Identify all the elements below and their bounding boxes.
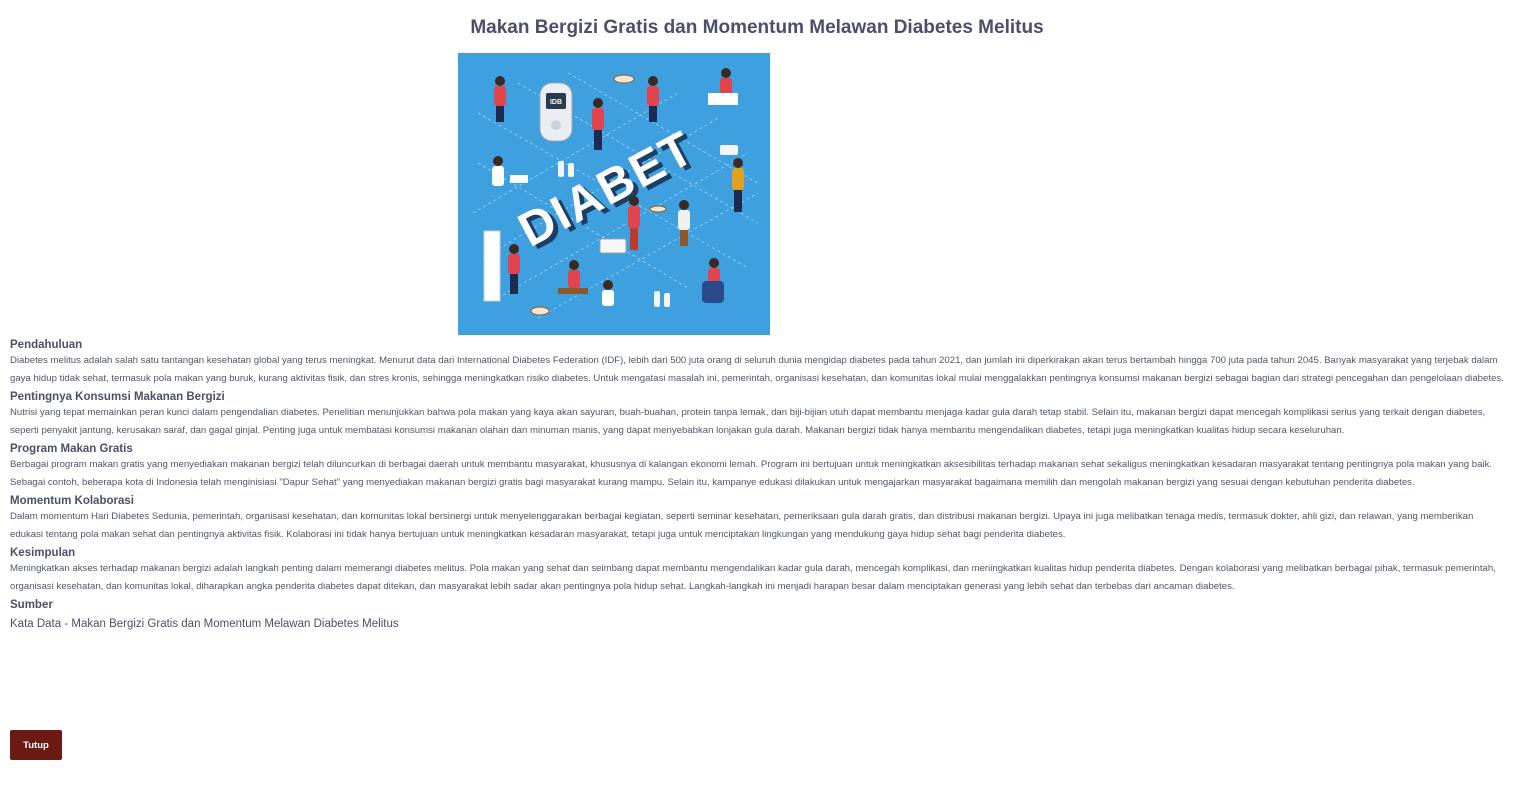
- article-body: Pendahuluan Diabetes melitus adalah sala…: [10, 338, 1504, 632]
- section-text-pendahuluan: Diabetes melitus adalah salah satu tanta…: [10, 355, 1504, 384]
- section-heading-kesimpulan: Kesimpulan: [10, 547, 76, 559]
- diabetes-illustration-svg: IDB DIABET DIABET: [458, 53, 770, 335]
- section-text-kesimpulan: Meningkatkan akses terhadap makanan berg…: [10, 563, 1496, 592]
- section-text-konsumsi: Nutrisi yang tepat memainkan peran kunci…: [10, 407, 1486, 436]
- glucometer-label: IDB: [550, 99, 562, 106]
- section-text-kolaborasi: Dalam momentum Hari Diabetes Sedunia, pe…: [10, 511, 1474, 540]
- glucometer-icon: IDB: [539, 82, 573, 142]
- section-text-program: Berbagai program makan gratis yang menye…: [10, 459, 1493, 488]
- section-heading-program: Program Makan Gratis: [10, 443, 133, 455]
- source-text: Kata Data - Makan Bergizi Gratis dan Mom…: [10, 618, 399, 630]
- section-heading-konsumsi: Pentingnya Konsumsi Makanan Bergizi: [10, 391, 225, 403]
- section-heading-kolaborasi: Momentum Kolaborasi: [10, 495, 134, 507]
- source-heading: Sumber: [10, 599, 53, 611]
- article-page: Makan Bergizi Gratis dan Momentum Melawa…: [0, 0, 1514, 788]
- section-heading-pendahuluan: Pendahuluan: [10, 339, 83, 351]
- diabetes-illustration: IDB DIABET DIABET: [458, 53, 770, 335]
- hero-image: IDB DIABET DIABET: [458, 53, 770, 335]
- close-button[interactable]: Tutup: [10, 730, 62, 760]
- page-title: Makan Bergizi Gratis dan Momentum Melawa…: [470, 17, 1044, 38]
